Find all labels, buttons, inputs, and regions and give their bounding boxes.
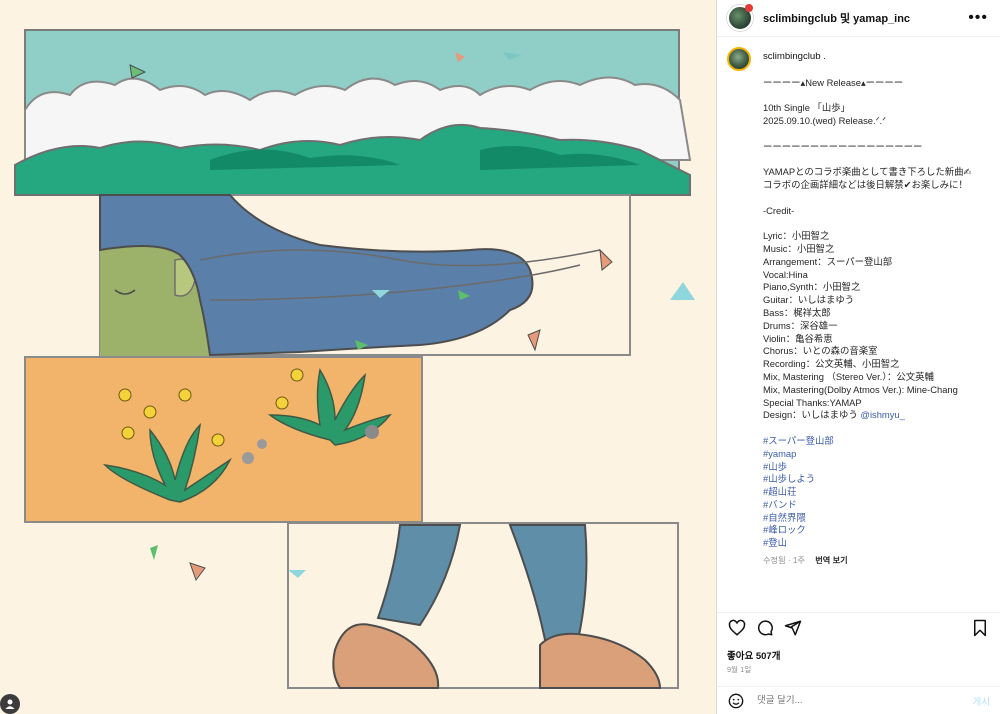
- like-count[interactable]: 좋아요 507개: [727, 648, 780, 662]
- caption-line: 10th Single 「山歩」: [763, 102, 851, 114]
- caption-avatar[interactable]: [727, 47, 751, 71]
- caption-line: ーーーーーーーーーーーーーーーーー: [763, 140, 923, 152]
- comment-icon[interactable]: [755, 618, 775, 638]
- hashtag-list: #スーパー登山部 #yamap #山歩 #山歩しよう #超山荘 #バンド #自然界隈 #峰ロッ…: [763, 435, 983, 550]
- tagged-users-icon[interactable]: [0, 694, 20, 714]
- caption-body: sclimbingclub . ーーーー▴New Release▴ーーーー 10t…: [763, 47, 983, 568]
- hashtag-link[interactable]: #自然界隈: [763, 512, 983, 525]
- caption-line: 2025.09.10.(wed) Release.ᐟ.ᐟ: [763, 114, 887, 126]
- caption-line: ーーーー▴New Release▴ーーーー: [763, 76, 904, 88]
- hashtag-link[interactable]: #スーパー登山部: [763, 435, 983, 448]
- caption-username[interactable]: sclimbingclub .: [763, 51, 983, 64]
- hashtag-link[interactable]: #超山荘: [763, 486, 983, 499]
- translate-link[interactable]: 번역 보기: [815, 556, 847, 565]
- caption-line: Chorus：いとの森の音楽室: [763, 345, 878, 357]
- smiley-icon[interactable]: [727, 692, 745, 710]
- post-image[interactable]: [0, 0, 716, 714]
- post-comment-button[interactable]: 게시: [973, 694, 990, 708]
- right-leg: [508, 524, 588, 641]
- comment-input[interactable]: [755, 694, 973, 707]
- left-leg: [376, 524, 462, 627]
- caption-line: Lyric：小田智之: [763, 230, 830, 242]
- caption-line: Mix, Mastering(Dolby Atmos Ver.): Mine-C…: [763, 383, 958, 395]
- left-shoe: [332, 623, 440, 689]
- caption-line: Drums：深谷雄一: [763, 319, 838, 331]
- post-sidebar: sclimbingclub 및 yamap_inc ••• sclimbingc…: [716, 0, 1000, 714]
- caption-line: Arrangement：スーパー登山部: [763, 255, 893, 267]
- edited-label: 수정됨 · 1주: [763, 556, 805, 566]
- heart-icon[interactable]: [727, 618, 747, 638]
- bookmark-icon[interactable]: [970, 618, 990, 638]
- illustration: [14, 29, 695, 689]
- hashtag-link[interactable]: #峰ロック: [763, 524, 983, 537]
- share-icon[interactable]: [783, 618, 803, 638]
- action-bar: [717, 612, 1000, 642]
- comment-bar: 게시: [717, 686, 1000, 714]
- caption-line: Music：小田智之: [763, 242, 835, 254]
- hashtag-link[interactable]: #yamap: [763, 448, 983, 461]
- caption-line: Special Thanks:YAMAP: [763, 396, 862, 408]
- caption-line: -Credit-: [763, 204, 795, 216]
- post-header: sclimbingclub 및 yamap_inc •••: [717, 0, 1000, 37]
- caption-design-line: Design：いしはまゆう @ishmyu_: [763, 409, 905, 421]
- caption-line: Piano,Synth：小田智之: [763, 281, 861, 293]
- caption-line: YAMAPとのコラボ楽曲として書き下ろした新曲✍: [763, 166, 972, 178]
- hashtag-link[interactable]: #バンド: [763, 499, 983, 512]
- mention-link[interactable]: @ishmyu_: [860, 409, 904, 420]
- caption-text: ーーーー▴New Release▴ーーーー 10th Single 「山歩」 202…: [763, 77, 983, 410]
- caption-line: Guitar：いしはまゆう: [763, 294, 855, 306]
- caption-line: Vocal:Hina: [763, 268, 808, 280]
- post-authors[interactable]: sclimbingclub 및 yamap_inc: [763, 10, 910, 26]
- hashtag-link[interactable]: #登山: [763, 537, 983, 550]
- more-horizontal-icon[interactable]: •••: [968, 10, 988, 26]
- hashtag-link[interactable]: #山歩しよう: [763, 473, 983, 486]
- caption-line: コラボの企画詳細などは後日解禁✔お楽しみに！: [763, 178, 968, 190]
- caption-line: Recording：公文英輔、小田智之: [763, 358, 900, 370]
- caption-meta: 수정됨 · 1주 번역 보기: [763, 555, 983, 568]
- hashtag-link[interactable]: #山歩: [763, 461, 983, 474]
- caption-scroll[interactable]: sclimbingclub . ーーーー▴New Release▴ーーーー 10t…: [717, 37, 1000, 609]
- right-shoe: [539, 632, 662, 689]
- author-avatar[interactable]: [727, 4, 753, 31]
- caption-line: Bass：梶祥太郎: [763, 306, 831, 318]
- post-date: 9월 1일: [727, 665, 752, 674]
- caption-line: Mix, Mastering （Stereo Ver.）：公文英輔: [763, 370, 934, 382]
- caption-line: Violin：亀谷希恵: [763, 332, 833, 344]
